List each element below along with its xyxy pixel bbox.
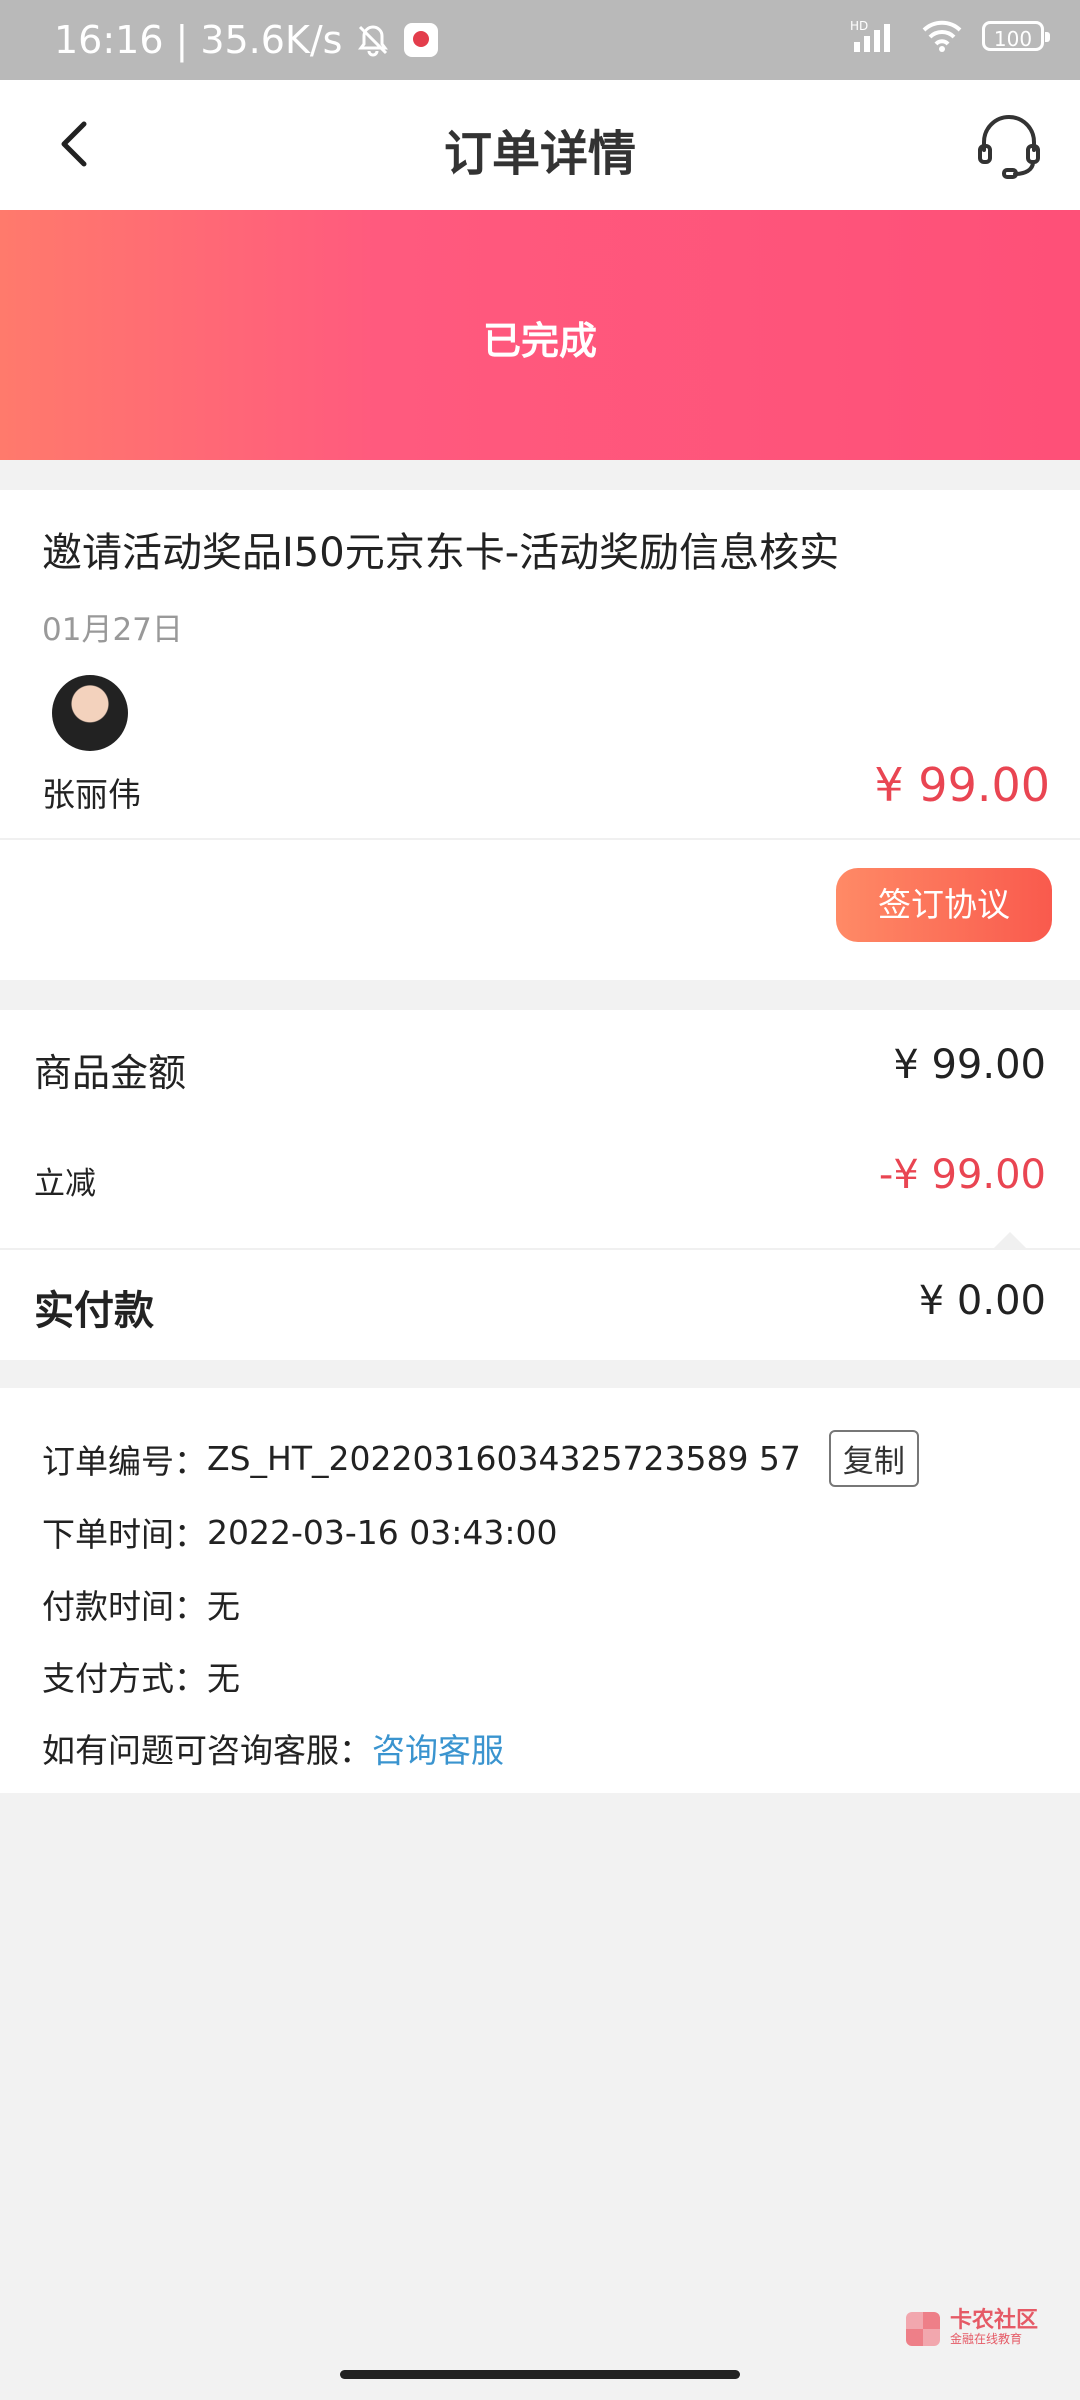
watermark: 卡农社区 金融在线教育 [905, 2310, 1038, 2348]
pay-method-value: 无 [207, 1659, 240, 1698]
copy-button[interactable]: 复制 [828, 1430, 919, 1487]
battery-icon: 100 [982, 21, 1050, 51]
seller-name: 张丽伟 [42, 775, 141, 814]
paid-amount-value: ¥ 0.00 [918, 1278, 1046, 1324]
watermark-sub: 金融在线教育 [949, 2332, 1022, 2346]
sign-agreement-button[interactable]: 签订协议 [836, 868, 1052, 942]
order-status-text: 已完成 [482, 319, 597, 363]
status-bar: 16:16 | 35.6K/s HD 100 [0, 0, 1080, 80]
order-status-banner: 已完成 [0, 210, 1080, 460]
discount-value: -¥ 99.00 [878, 1152, 1046, 1198]
amount-summary-card: 商品金额 ¥ 99.00 立减 -¥ 99.00 实付款 ¥ 0.00 [0, 1010, 1080, 1360]
divider [0, 838, 1080, 840]
order-time-row: 下单时间： 2022-03-16 03:43:00 [42, 1508, 557, 1556]
pay-time-value: 无 [207, 1587, 240, 1626]
signal-icon: HD [850, 19, 890, 52]
gesture-nav-handle[interactable] [340, 2370, 740, 2379]
app-notification-icon [404, 23, 439, 57]
help-label: 如有问题可咨询客服： [42, 1731, 372, 1770]
discount-label: 立减 [34, 1166, 96, 1202]
headset-icon [978, 115, 1040, 179]
help-row: 如有问题可咨询客服： 咨询客服 [42, 1724, 504, 1772]
status-bar-right: HD 100 [850, 18, 1050, 54]
pay-method-label: 支付方式： [42, 1659, 207, 1698]
bell-muted-icon [358, 25, 389, 57]
order-time-value: 2022-03-16 03:43:00 [207, 1512, 558, 1552]
status-bar-left: 16:16 | 35.6K/s [54, 18, 439, 62]
divider [0, 1248, 1080, 1250]
goods-amount-label: 商品金额 [34, 1051, 187, 1095]
product-title: 邀请活动奖品I50元京东卡-活动奖励信息核实 [42, 530, 840, 576]
status-net-speed: 35.6K/s [200, 18, 343, 62]
watermark-text: 卡农社区 金融在线教育 [950, 2310, 1038, 2348]
order-date: 01月27日 [42, 612, 183, 648]
customer-service-button[interactable] [974, 110, 1044, 180]
order-time-label: 下单时间： [42, 1515, 207, 1554]
product-price: ¥ 99.00 [874, 758, 1050, 812]
pay-time-row: 付款时间： 无 [42, 1580, 240, 1628]
order-detail-page: 16:16 | 35.6K/s HD 100 订单详情 已完成 邀请活动奖品I5… [0, 0, 1080, 2400]
watermark-logo-icon [905, 2311, 940, 2346]
pay-time-label: 付款时间： [42, 1587, 207, 1626]
signal-hd-label: HD [850, 19, 868, 33]
order-info-card: 订单编号： ZS_HT_20220316034325723589 57 复制 下… [0, 1388, 1080, 1793]
page-title: 订单详情 [443, 126, 636, 182]
watermark-main: 卡农社区 [949, 2308, 1038, 2333]
product-card: 邀请活动奖品I50元京东卡-活动奖励信息核实 01月27日 张丽伟 ¥ 99.0… [0, 490, 1080, 980]
paid-amount-label: 实付款 [34, 1288, 154, 1334]
status-separator: | [175, 18, 189, 62]
order-number-value: ZS_HT_20220316034325723589 57 [207, 1439, 801, 1478]
goods-amount-value: ¥ 99.00 [893, 1042, 1046, 1088]
divider-caret [994, 1232, 1026, 1248]
seller-avatar [52, 675, 128, 751]
header-bar: 订单详情 [0, 80, 1080, 210]
wifi-icon [922, 20, 962, 52]
status-time: 16:16 [54, 18, 164, 62]
pay-method-row: 支付方式： 无 [42, 1652, 240, 1700]
contact-service-link[interactable]: 咨询客服 [372, 1724, 504, 1772]
order-number-label: 订单编号： [42, 1441, 207, 1481]
order-number-row: 订单编号： ZS_HT_20220316034325723589 57 复制 [42, 1430, 919, 1487]
